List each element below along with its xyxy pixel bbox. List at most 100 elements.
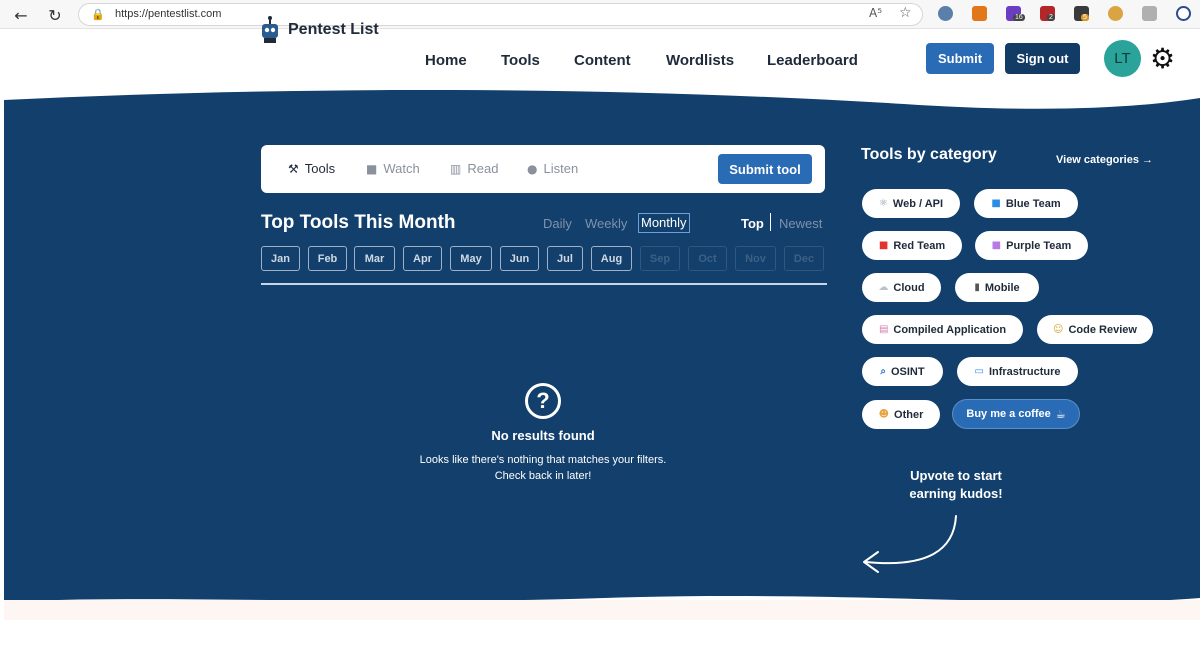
- tab-watch[interactable]: ■ Watch: [366, 161, 420, 176]
- month-sep: Sep: [640, 246, 680, 271]
- nav-leaderboard[interactable]: Leaderboard: [767, 52, 858, 69]
- month-jan[interactable]: Jan: [261, 246, 300, 271]
- category-compiled-application[interactable]: ▤ Compiled Application: [862, 315, 1023, 344]
- magnifier-icon: ⌕: [880, 366, 886, 377]
- submit-tool-button[interactable]: Submit tool: [718, 154, 812, 184]
- tab-listen[interactable]: ● Listen: [527, 161, 578, 176]
- sort-divider: [770, 213, 771, 231]
- month-may[interactable]: May: [450, 246, 492, 271]
- upvote-hint-line: Upvote to start: [910, 468, 1002, 483]
- extension-globe-icon[interactable]: [938, 6, 953, 21]
- category-label: Red Team: [893, 239, 946, 252]
- robot-logo-icon[interactable]: [258, 16, 282, 44]
- nav-tools[interactable]: Tools: [501, 52, 540, 69]
- month-jul[interactable]: Jul: [547, 246, 583, 271]
- cloud-icon: ☁: [878, 282, 889, 293]
- empty-state-title: No results found: [491, 428, 595, 443]
- month-dec: Dec: [784, 246, 824, 271]
- tab-listen-label: Listen: [543, 161, 579, 176]
- month-nov: Nov: [735, 246, 776, 271]
- category-purple-team[interactable]: ■ Purple Team: [975, 231, 1088, 260]
- month-aug[interactable]: Aug: [591, 246, 632, 271]
- category-cloud[interactable]: ☁ Cloud: [862, 273, 941, 302]
- month-mar[interactable]: Mar: [354, 246, 395, 271]
- sign-out-button[interactable]: Sign out: [1005, 43, 1080, 74]
- extension-grey-icon[interactable]: [1142, 6, 1157, 21]
- category-web-api[interactable]: ⚛ Web / API: [862, 189, 960, 218]
- month-apr[interactable]: Apr: [403, 246, 442, 271]
- back-arrow-icon[interactable]: ←: [10, 4, 32, 26]
- extension-fox-icon[interactable]: [972, 6, 987, 21]
- period-monthly[interactable]: Monthly: [638, 213, 690, 233]
- mobile-icon: ▮: [974, 282, 980, 293]
- nav-content[interactable]: Content: [574, 52, 631, 69]
- address-bar[interactable]: 🔒 https://pentestlist.com A⁵ ☆: [78, 3, 923, 26]
- category-label: Other: [894, 408, 924, 421]
- reload-icon[interactable]: ↻: [44, 4, 66, 26]
- empty-state-line: Check back in later!: [494, 470, 592, 482]
- category-other[interactable]: ☻ Other: [862, 400, 940, 429]
- emoji-icon: ☻: [878, 409, 890, 420]
- coffee-label: Buy me a coffee: [966, 408, 1051, 420]
- category-label: OSINT: [890, 365, 925, 378]
- view-categories-link[interactable]: View categories →: [1056, 154, 1153, 166]
- extension-badge: 2: [1047, 14, 1055, 21]
- tab-read[interactable]: ▥ Read: [450, 161, 498, 176]
- category-label: Code Review: [1068, 323, 1137, 336]
- month-feb[interactable]: Feb: [308, 246, 347, 271]
- address-url[interactable]: https://pentestlist.com: [115, 8, 221, 20]
- extension-profile-icon[interactable]: [1176, 6, 1191, 21]
- tab-tools-label: Tools: [304, 161, 336, 176]
- purple-square-icon: ■: [991, 240, 1002, 251]
- favorite-star-icon[interactable]: ☆: [899, 5, 912, 21]
- content-tab-bar: ⚒ Tools ■ Watch ▥ Read ● Listen Submit t…: [261, 145, 825, 193]
- coffee-cup-icon: ☕: [1055, 407, 1066, 421]
- upvote-hint-line: earning kudos!: [909, 486, 1003, 501]
- category-label: Web / API: [892, 197, 944, 210]
- read-aloud-icon[interactable]: A⁵: [869, 6, 882, 20]
- empty-state-description: Looks like there's nothing that matches …: [393, 452, 693, 484]
- month-jun[interactable]: Jun: [500, 246, 539, 271]
- category-code-review[interactable]: ☺ Code Review: [1037, 315, 1153, 344]
- nav-wordlists[interactable]: Wordlists: [666, 52, 734, 69]
- video-icon: ■: [366, 161, 378, 176]
- nav-home[interactable]: Home: [425, 52, 467, 69]
- extension-cookie-icon[interactable]: [1108, 6, 1123, 21]
- category-label: Infrastructure: [988, 365, 1061, 378]
- category-label: Cloud: [893, 281, 925, 294]
- extension-badge: 5: [1081, 14, 1089, 21]
- category-blue-team[interactable]: ■ Blue Team: [974, 189, 1078, 218]
- tab-tools[interactable]: ⚒ Tools: [288, 161, 335, 176]
- atom-icon: ⚛: [878, 198, 888, 209]
- categories-title: Tools by category: [861, 146, 997, 163]
- brand-name[interactable]: Pentest List: [288, 21, 379, 39]
- sort-top[interactable]: Top: [741, 216, 764, 231]
- page-title: Top Tools This Month: [261, 212, 456, 233]
- settings-gear-icon[interactable]: ⚙: [1150, 42, 1175, 76]
- category-red-team[interactable]: ■ Red Team: [862, 231, 962, 260]
- category-infrastructure[interactable]: ▭ Infrastructure: [957, 357, 1078, 386]
- question-icon: ?: [525, 383, 561, 419]
- submit-button[interactable]: Submit: [926, 43, 994, 74]
- category-label: Purple Team: [1006, 239, 1072, 252]
- sort-newest[interactable]: Newest: [779, 216, 822, 231]
- blue-square-icon: ■: [991, 198, 1001, 209]
- category-mobile[interactable]: ▮ Mobile: [955, 273, 1039, 302]
- tools-icon: ⚒: [288, 161, 299, 176]
- buy-me-a-coffee-button[interactable]: Buy me a coffee ☕: [952, 399, 1080, 429]
- category-osint[interactable]: ⌕ OSINT: [862, 357, 943, 386]
- red-square-icon: ■: [878, 240, 889, 251]
- period-weekly[interactable]: Weekly: [585, 216, 627, 231]
- book-icon: ▥: [450, 161, 462, 176]
- month-oct: Oct: [688, 246, 727, 271]
- category-label: Mobile: [984, 281, 1020, 294]
- document-icon: ▤: [878, 324, 889, 335]
- monitor-icon: ▭: [974, 366, 984, 377]
- footer-strip: [4, 600, 1200, 620]
- extension-badge: 16: [1013, 14, 1025, 21]
- person-icon: ☺: [1053, 324, 1064, 335]
- avatar[interactable]: LT: [1104, 40, 1141, 77]
- tab-watch-label: Watch: [383, 161, 420, 176]
- period-daily[interactable]: Daily: [543, 216, 572, 231]
- category-label: Compiled Application: [893, 323, 1007, 336]
